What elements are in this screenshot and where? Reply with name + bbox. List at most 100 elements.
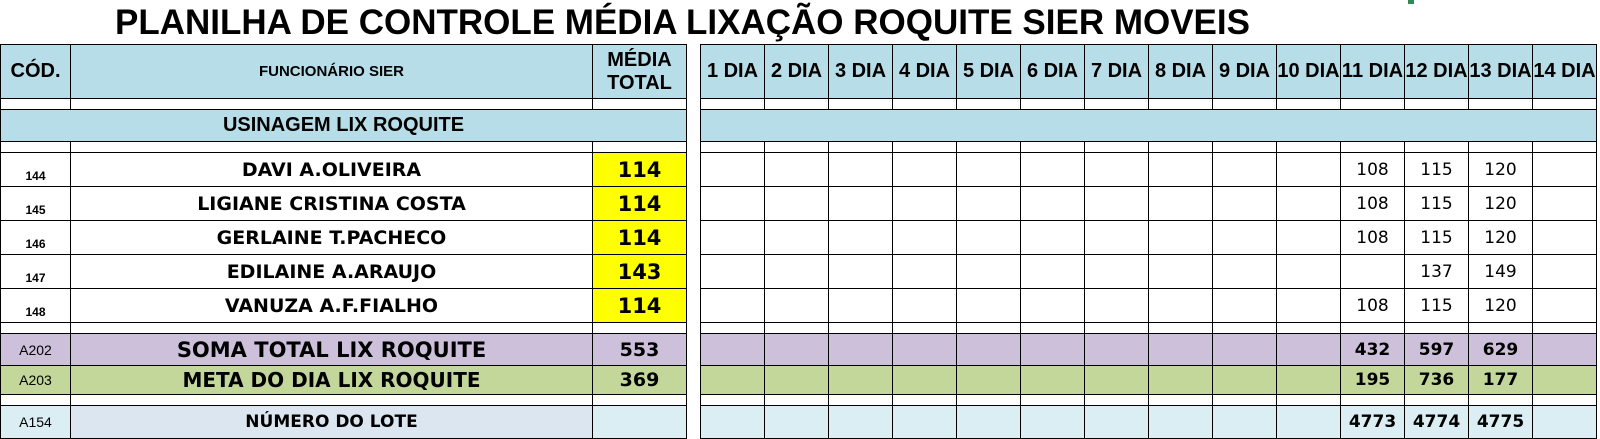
lote-day-cell[interactable] xyxy=(1148,405,1213,439)
day-value-cell[interactable] xyxy=(1212,186,1277,221)
day-value-cell[interactable]: 115 xyxy=(1404,152,1469,187)
day-value-cell[interactable] xyxy=(764,254,829,289)
section-title[interactable]: USINAGEM LIX ROQUITE xyxy=(0,109,687,142)
day-value-cell[interactable] xyxy=(1532,288,1597,323)
day-value-cell[interactable] xyxy=(1532,254,1597,289)
employee-code[interactable]: 146 xyxy=(0,220,71,255)
day-value-cell[interactable] xyxy=(1212,152,1277,187)
lote-day-cell[interactable] xyxy=(892,405,957,439)
employee-average[interactable]: 114 xyxy=(592,220,687,255)
day-value-cell[interactable] xyxy=(1084,152,1149,187)
day-value-cell[interactable]: 108 xyxy=(1340,220,1405,255)
day-value-cell[interactable] xyxy=(1212,254,1277,289)
day-value-cell[interactable] xyxy=(1020,152,1085,187)
meta-day-cell[interactable] xyxy=(764,365,829,395)
day-value-cell[interactable]: 108 xyxy=(1340,186,1405,221)
soma-day-cell[interactable]: 432 xyxy=(1340,333,1405,366)
day-value-cell[interactable]: 115 xyxy=(1404,220,1469,255)
day-value-cell[interactable] xyxy=(1340,254,1405,289)
day-value-cell[interactable] xyxy=(1084,288,1149,323)
lote-day-cell[interactable] xyxy=(956,405,1021,439)
day-value-cell[interactable] xyxy=(956,288,1021,323)
employee-code[interactable]: 147 xyxy=(0,254,71,289)
day-value-cell[interactable]: 149 xyxy=(1468,254,1533,289)
day-value-cell[interactable] xyxy=(892,186,957,221)
header-day-5[interactable]: 5 DIA xyxy=(956,44,1021,99)
day-value-cell[interactable]: 120 xyxy=(1468,186,1533,221)
day-value-cell[interactable] xyxy=(828,220,893,255)
day-value-cell[interactable] xyxy=(828,288,893,323)
day-value-cell[interactable] xyxy=(1020,186,1085,221)
lote-day-cell[interactable] xyxy=(1212,405,1277,439)
day-value-cell[interactable] xyxy=(892,288,957,323)
meta-day-cell[interactable] xyxy=(1212,365,1277,395)
employee-name[interactable]: GERLAINE T.PACHECO xyxy=(70,220,593,255)
employee-average[interactable]: 114 xyxy=(592,288,687,323)
meta-day-cell[interactable]: 177 xyxy=(1468,365,1533,395)
lote-day-cell[interactable] xyxy=(1276,405,1341,439)
header-day-3[interactable]: 3 DIA xyxy=(828,44,893,99)
header-day-2[interactable]: 2 DIA xyxy=(764,44,829,99)
lote-label[interactable]: NÚMERO DO LOTE xyxy=(70,405,593,439)
day-value-cell[interactable] xyxy=(1084,186,1149,221)
meta-code[interactable]: A203 xyxy=(0,365,71,395)
day-value-cell[interactable] xyxy=(1276,288,1341,323)
header-day-1[interactable]: 1 DIA xyxy=(700,44,765,99)
day-value-cell[interactable] xyxy=(1148,288,1213,323)
header-day-8[interactable]: 8 DIA xyxy=(1148,44,1213,99)
day-value-cell[interactable]: 120 xyxy=(1468,220,1533,255)
day-value-cell[interactable] xyxy=(956,186,1021,221)
soma-day-cell[interactable] xyxy=(700,333,765,366)
employee-code[interactable]: 145 xyxy=(0,186,71,221)
day-value-cell[interactable] xyxy=(1276,254,1341,289)
meta-day-cell[interactable] xyxy=(1532,365,1597,395)
meta-day-cell[interactable] xyxy=(828,365,893,395)
header-media-total[interactable]: MÉDIA TOTAL xyxy=(592,44,687,99)
header-day-10[interactable]: 10 DIA xyxy=(1276,44,1341,99)
day-value-cell[interactable] xyxy=(764,152,829,187)
lote-day-cell[interactable] xyxy=(700,405,765,439)
soma-day-cell[interactable] xyxy=(1212,333,1277,366)
header-day-6[interactable]: 6 DIA xyxy=(1020,44,1085,99)
header-day-7[interactable]: 7 DIA xyxy=(1084,44,1149,99)
meta-day-cell[interactable] xyxy=(1276,365,1341,395)
day-value-cell[interactable] xyxy=(1532,220,1597,255)
day-value-cell[interactable] xyxy=(700,254,765,289)
day-value-cell[interactable] xyxy=(1148,152,1213,187)
day-value-cell[interactable] xyxy=(1532,152,1597,187)
meta-average[interactable]: 369 xyxy=(592,365,687,395)
meta-day-cell[interactable] xyxy=(1148,365,1213,395)
employee-average[interactable]: 143 xyxy=(592,254,687,289)
lote-day-cell[interactable]: 4774 xyxy=(1404,405,1469,439)
day-value-cell[interactable] xyxy=(828,254,893,289)
employee-name[interactable]: EDILAINE A.ARAUJO xyxy=(70,254,593,289)
meta-label[interactable]: META DO DIA LIX ROQUITE xyxy=(70,365,593,395)
header-day-4[interactable]: 4 DIA xyxy=(892,44,957,99)
day-value-cell[interactable] xyxy=(956,254,1021,289)
day-value-cell[interactable] xyxy=(1212,288,1277,323)
day-value-cell[interactable] xyxy=(764,220,829,255)
day-value-cell[interactable]: 137 xyxy=(1404,254,1469,289)
header-cod[interactable]: CÓD. xyxy=(0,44,71,99)
header-day-9[interactable]: 9 DIA xyxy=(1212,44,1277,99)
meta-day-cell[interactable] xyxy=(956,365,1021,395)
day-value-cell[interactable] xyxy=(1020,288,1085,323)
employee-code[interactable]: 148 xyxy=(0,288,71,323)
lote-day-cell[interactable] xyxy=(1084,405,1149,439)
day-value-cell[interactable] xyxy=(700,288,765,323)
employee-name[interactable]: LIGIANE CRISTINA COSTA xyxy=(70,186,593,221)
header-day-11[interactable]: 11 DIA xyxy=(1340,44,1405,99)
meta-day-cell[interactable]: 195 xyxy=(1340,365,1405,395)
soma-day-cell[interactable] xyxy=(1276,333,1341,366)
soma-day-cell[interactable] xyxy=(828,333,893,366)
soma-day-cell[interactable]: 597 xyxy=(1404,333,1469,366)
day-value-cell[interactable] xyxy=(1276,186,1341,221)
employee-name[interactable]: DAVI A.OLIVEIRA xyxy=(70,152,593,187)
lote-day-cell[interactable]: 4773 xyxy=(1340,405,1405,439)
day-value-cell[interactable] xyxy=(956,220,1021,255)
day-value-cell[interactable] xyxy=(1212,220,1277,255)
meta-day-cell[interactable] xyxy=(1020,365,1085,395)
day-value-cell[interactable] xyxy=(1020,220,1085,255)
day-value-cell[interactable] xyxy=(1084,254,1149,289)
lote-day-cell[interactable] xyxy=(1532,405,1597,439)
